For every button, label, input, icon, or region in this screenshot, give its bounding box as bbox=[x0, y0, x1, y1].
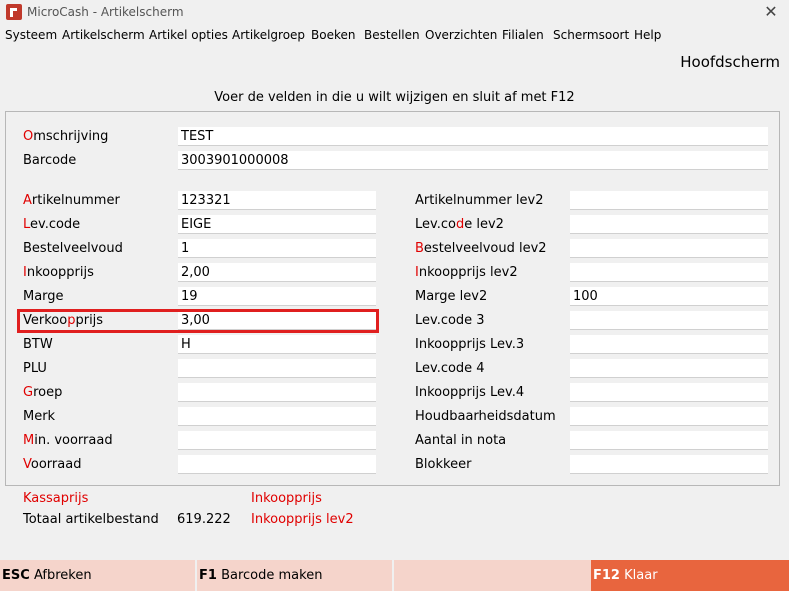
label-btw: BTW bbox=[23, 337, 53, 352]
artikelnummer-lev2-field[interactable] bbox=[570, 191, 768, 210]
label-omschrijving: Omschrijving bbox=[23, 129, 109, 144]
menu-bar: Systeem Artikelscherm Artikel opties Art… bbox=[0, 28, 789, 46]
label-levcode-3: Lev.code 3 bbox=[415, 313, 485, 328]
inkoopprijs-lev4-field[interactable] bbox=[570, 383, 768, 402]
marge-field[interactable]: 19 bbox=[178, 287, 376, 306]
marge-lev2-field[interactable]: 100 bbox=[570, 287, 768, 306]
bestelveelvoud-field[interactable]: 1 bbox=[178, 239, 376, 258]
window-title: MicroCash - Artikelscherm bbox=[27, 5, 184, 19]
inkoopprijs-lev2-link[interactable]: Inkoopprijs lev2 bbox=[251, 512, 354, 527]
verkoopprijs-highlight-box bbox=[17, 309, 379, 333]
label-levcode-4: Lev.code 4 bbox=[415, 361, 485, 376]
microcash-logo-icon bbox=[6, 4, 22, 20]
screen-name: Hoofdscherm bbox=[680, 53, 780, 71]
function-key-bar: ESC Afbreken F1 Barcode maken F12 Klaar bbox=[0, 560, 789, 591]
label-houdbaarheidsdatum: Houdbaarheidsdatum bbox=[415, 409, 556, 424]
blokkeer-field[interactable] bbox=[570, 455, 768, 474]
houdbaarheidsdatum-field[interactable] bbox=[570, 407, 768, 426]
f1-barcode-maken-button[interactable]: F1 Barcode maken bbox=[197, 560, 392, 591]
label-inkoopprijs-lev4: Inkoopprijs Lev.4 bbox=[415, 385, 525, 400]
omschrijving-field[interactable]: TEST bbox=[178, 127, 768, 146]
label-plu: PLU bbox=[23, 361, 47, 376]
label-marge-lev2: Marge lev2 bbox=[415, 289, 488, 304]
merk-field[interactable] bbox=[178, 407, 376, 426]
title-bar: MicroCash - Artikelscherm ✕ bbox=[0, 0, 789, 26]
label-artikelnummer-lev2: Artikelnummer lev2 bbox=[415, 193, 544, 208]
label-min-voorraad: Min. voorraad bbox=[23, 433, 113, 448]
label-bestelveelvoud: Bestelveelvoud bbox=[23, 241, 123, 256]
menu-systeem[interactable]: Systeem bbox=[5, 28, 57, 42]
menu-artikelscherm[interactable]: Artikelscherm bbox=[62, 28, 145, 42]
bestelveelvoud-lev2-field[interactable] bbox=[570, 239, 768, 258]
close-icon[interactable]: ✕ bbox=[761, 2, 781, 22]
levcode-field[interactable]: EIGE bbox=[178, 215, 376, 234]
kassaprijs-link[interactable]: Kassaprijs bbox=[23, 491, 88, 506]
label-marge: Marge bbox=[23, 289, 64, 304]
label-merk: Merk bbox=[23, 409, 56, 424]
levcode-lev2-field[interactable] bbox=[570, 215, 768, 234]
aantal-in-nota-field[interactable] bbox=[570, 431, 768, 450]
instruction-text: Voer de velden in die u wilt wijzigen en… bbox=[214, 90, 575, 105]
totaal-artikelbestand-value: 619.222 bbox=[177, 512, 231, 527]
barcode-field[interactable]: 3003901000008 bbox=[178, 151, 768, 170]
f12-klaar-button[interactable]: F12 Klaar bbox=[591, 560, 789, 591]
esc-afbreken-button[interactable]: ESC Afbreken bbox=[0, 560, 195, 591]
label-aantal-in-nota: Aantal in nota bbox=[415, 433, 507, 448]
inkoopprijs-lev3-field[interactable] bbox=[570, 335, 768, 354]
label-groep: Groep bbox=[23, 385, 63, 400]
label-levcode-lev2: Lev.code lev2 bbox=[415, 217, 504, 232]
label-bestelveelvoud-lev2: Bestelveelvoud lev2 bbox=[415, 241, 547, 256]
inkoopprijs-lev2-field[interactable] bbox=[570, 263, 768, 282]
menu-help[interactable]: Help bbox=[634, 28, 661, 42]
label-blokkeer: Blokkeer bbox=[415, 457, 472, 472]
btw-field[interactable]: H bbox=[178, 335, 376, 354]
artikelnummer-field[interactable]: 123321 bbox=[178, 191, 376, 210]
label-inkoopprijs-lev2: Inkoopprijs lev2 bbox=[415, 265, 518, 280]
menu-artikel-opties[interactable]: Artikel opties bbox=[149, 28, 228, 42]
plu-field[interactable] bbox=[178, 359, 376, 378]
menu-bestellen[interactable]: Bestellen bbox=[364, 28, 420, 42]
label-voorraad: Voorraad bbox=[23, 457, 82, 472]
inkoopprijs-link[interactable]: Inkoopprijs bbox=[251, 491, 322, 506]
label-levcode: Lev.code bbox=[23, 217, 81, 232]
menu-overzichten[interactable]: Overzichten bbox=[425, 28, 497, 42]
menu-artikelgroep[interactable]: Artikelgroep bbox=[232, 28, 305, 42]
totaal-artikelbestand-label: Totaal artikelbestand bbox=[23, 512, 159, 527]
voorraad-field[interactable] bbox=[178, 455, 376, 474]
levcode-3-field[interactable] bbox=[570, 311, 768, 330]
min-voorraad-field[interactable] bbox=[178, 431, 376, 450]
menu-schermsoort[interactable]: Schermsoort bbox=[553, 28, 629, 42]
menu-filialen[interactable]: Filialen bbox=[502, 28, 544, 42]
menu-boeken[interactable]: Boeken bbox=[311, 28, 355, 42]
inkoopprijs-field[interactable]: 2,00 bbox=[178, 263, 376, 282]
label-artikelnummer: Artikelnummer bbox=[23, 193, 120, 208]
levcode-4-field[interactable] bbox=[570, 359, 768, 378]
label-inkoopprijs: Inkoopprijs bbox=[23, 265, 94, 280]
empty-fkey-button[interactable] bbox=[394, 560, 590, 591]
groep-field[interactable] bbox=[178, 383, 376, 402]
label-barcode: Barcode bbox=[23, 153, 77, 168]
label-inkoopprijs-lev3: Inkoopprijs Lev.3 bbox=[415, 337, 525, 352]
